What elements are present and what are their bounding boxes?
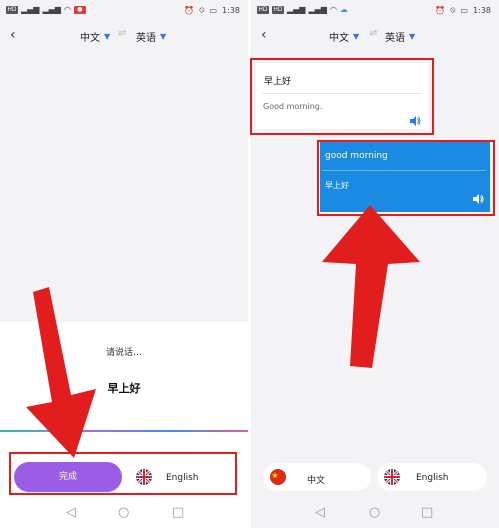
annotation-arrow-down <box>26 287 96 458</box>
annotation-arrows <box>26 205 420 458</box>
annotation-arrow-up <box>322 205 420 368</box>
